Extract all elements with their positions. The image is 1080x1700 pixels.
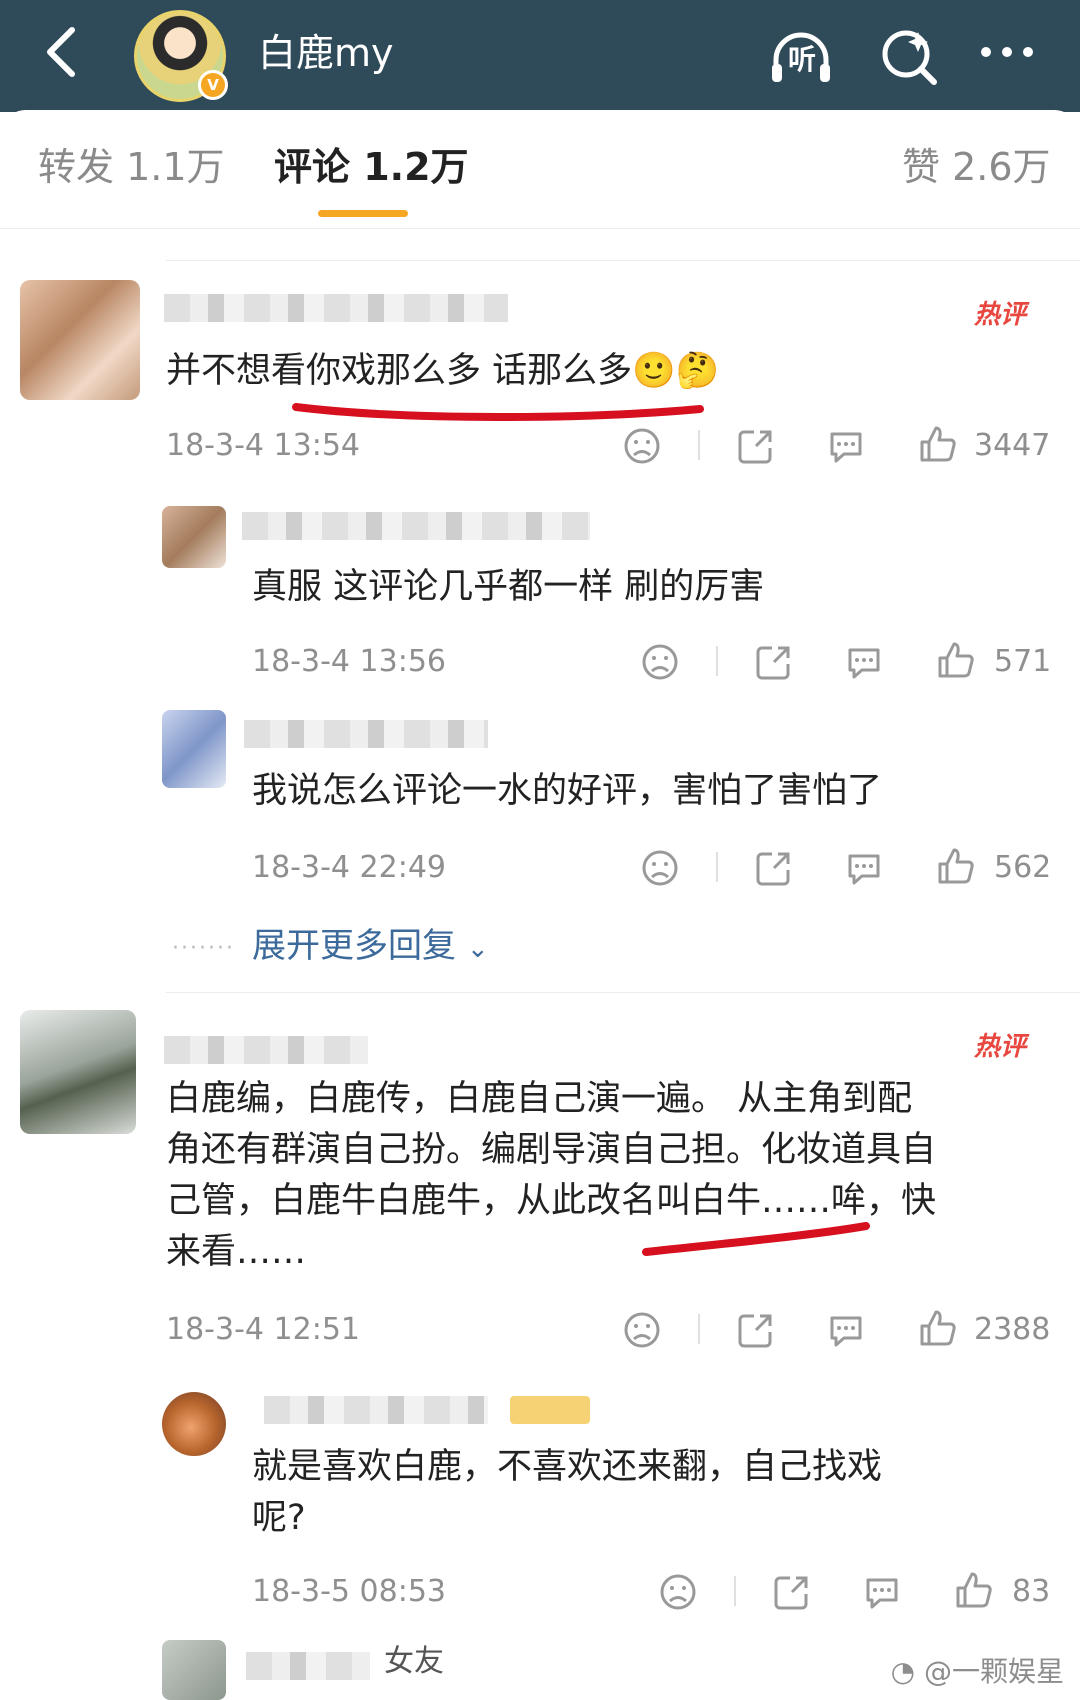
- verified-badge: V: [198, 70, 228, 100]
- avatar[interactable]: [162, 1640, 226, 1700]
- like-count: 83: [1012, 1574, 1051, 1609]
- dislike-face-icon[interactable]: [658, 1572, 698, 1612]
- like-count: 2388: [974, 1312, 1051, 1347]
- back-arrow-icon[interactable]: [34, 22, 94, 82]
- share-icon[interactable]: [736, 1310, 776, 1350]
- thumbs-up-icon[interactable]: [954, 1570, 994, 1610]
- tab-reposts[interactable]: 转发 1.1万: [38, 142, 225, 192]
- username-blurred[interactable]: [164, 294, 508, 322]
- reply-icon[interactable]: [826, 426, 866, 466]
- emoji: 🙂🤔: [632, 351, 720, 391]
- share-icon[interactable]: [736, 426, 776, 466]
- thumbs-up-icon[interactable]: [936, 640, 976, 680]
- share-icon[interactable]: [754, 642, 794, 682]
- reply-time: 18-3-4 22:49: [252, 850, 446, 885]
- comment-time: 18-3-4 12:51: [166, 1312, 360, 1347]
- username-blurred[interactable]: [246, 1652, 370, 1680]
- expand-more-label: 展开更多回复: [252, 926, 456, 966]
- weibo-logo-icon: ◔: [890, 1655, 916, 1688]
- separator: [716, 646, 718, 676]
- tab-likes[interactable]: 赞 2.6万: [902, 142, 1051, 192]
- more-icon[interactable]: [972, 22, 1042, 92]
- reply-text-line: 呢?: [252, 1498, 306, 1538]
- reply-text-line: 就是喜欢白鹿，不喜欢还来翻，自己找戏: [252, 1447, 883, 1487]
- reply-icon[interactable]: [862, 1572, 902, 1612]
- separator: [734, 1576, 736, 1606]
- hot-comment-badge: 热评: [974, 300, 1027, 330]
- separator: [698, 430, 700, 460]
- thumbs-up-icon[interactable]: [918, 1308, 958, 1348]
- dislike-face-icon[interactable]: [640, 848, 680, 888]
- like-count: 571: [994, 644, 1052, 679]
- comment-time: 18-3-4 13:54: [166, 428, 360, 463]
- comment-text-line: 己管，白鹿牛白鹿牛，从此改名叫白牛……哞，快: [166, 1181, 937, 1221]
- comment-text-body: 并不想看你戏那么多 话那么多: [166, 351, 633, 391]
- username-blurred[interactable]: [164, 1036, 368, 1064]
- expand-more-replies-link[interactable]: 展开更多回复 ⌄: [252, 918, 489, 967]
- username-blurred[interactable]: [244, 720, 488, 748]
- avatar[interactable]: [162, 710, 226, 788]
- username-blurred[interactable]: [264, 1396, 488, 1424]
- avatar[interactable]: [162, 1392, 226, 1456]
- dislike-face-icon[interactable]: [622, 1310, 662, 1350]
- thumbs-up-icon[interactable]: [918, 424, 958, 464]
- comment-text-line: 角还有群演自己扮。编剧导演自己担。化妆道具自: [166, 1130, 937, 1170]
- search-icon[interactable]: [874, 22, 944, 92]
- watermark-text: @一颗娱星: [923, 1655, 1064, 1688]
- comment-text-line: 来看……: [166, 1232, 307, 1272]
- vip-badge-blurred: [510, 1396, 590, 1424]
- reply-icon[interactable]: [844, 642, 884, 682]
- divider: [166, 992, 1080, 993]
- divider: [166, 260, 1080, 261]
- comment-text-line: 白鹿编，白鹿传，白鹿自己演一遍。 从主角到配: [166, 1079, 913, 1119]
- dislike-face-icon[interactable]: [640, 642, 680, 682]
- share-icon[interactable]: [772, 1572, 812, 1612]
- like-count: 562: [994, 850, 1052, 885]
- tab-comments[interactable]: 评论 1.2万: [274, 142, 469, 192]
- reply-text: 真服 这评论几乎都一样 刷的厉害: [252, 567, 765, 607]
- reply-time: 18-3-5 08:53: [252, 1574, 446, 1609]
- hot-comment-badge: 热评: [974, 1032, 1027, 1062]
- listen-label: 听: [787, 43, 816, 76]
- avatar[interactable]: [162, 506, 226, 568]
- chevron-down-icon: ⌄: [466, 934, 489, 964]
- separator: [716, 852, 718, 882]
- watermark: ◔ @一颗娱星: [891, 1650, 1064, 1690]
- active-tab-indicator: [318, 210, 408, 217]
- thumbs-up-icon[interactable]: [936, 846, 976, 886]
- dislike-face-icon[interactable]: [622, 426, 662, 466]
- reply-icon[interactable]: [826, 1310, 866, 1350]
- share-icon[interactable]: [754, 848, 794, 888]
- avatar[interactable]: [20, 1010, 136, 1134]
- avatar[interactable]: [20, 280, 140, 400]
- reply-icon[interactable]: [844, 848, 884, 888]
- tab-bar: 转发 1.1万 评论 1.2万 赞 2.6万: [0, 110, 1080, 229]
- top-bar: V 白鹿my 听: [0, 0, 1080, 112]
- reply-time: 18-3-4 13:56: [252, 644, 446, 679]
- like-count: 3447: [974, 428, 1051, 463]
- reply-text: 我说怎么评论一水的好评，害怕了害怕了: [252, 771, 883, 811]
- partial-username: 女友: [384, 1644, 444, 1679]
- expand-dots: ·······: [172, 936, 235, 961]
- account-name[interactable]: 白鹿my: [258, 28, 394, 78]
- username-blurred[interactable]: [242, 512, 590, 540]
- separator: [698, 1314, 700, 1344]
- comment-text: 并不想看你戏那么多 话那么多🙂🤔: [166, 346, 719, 397]
